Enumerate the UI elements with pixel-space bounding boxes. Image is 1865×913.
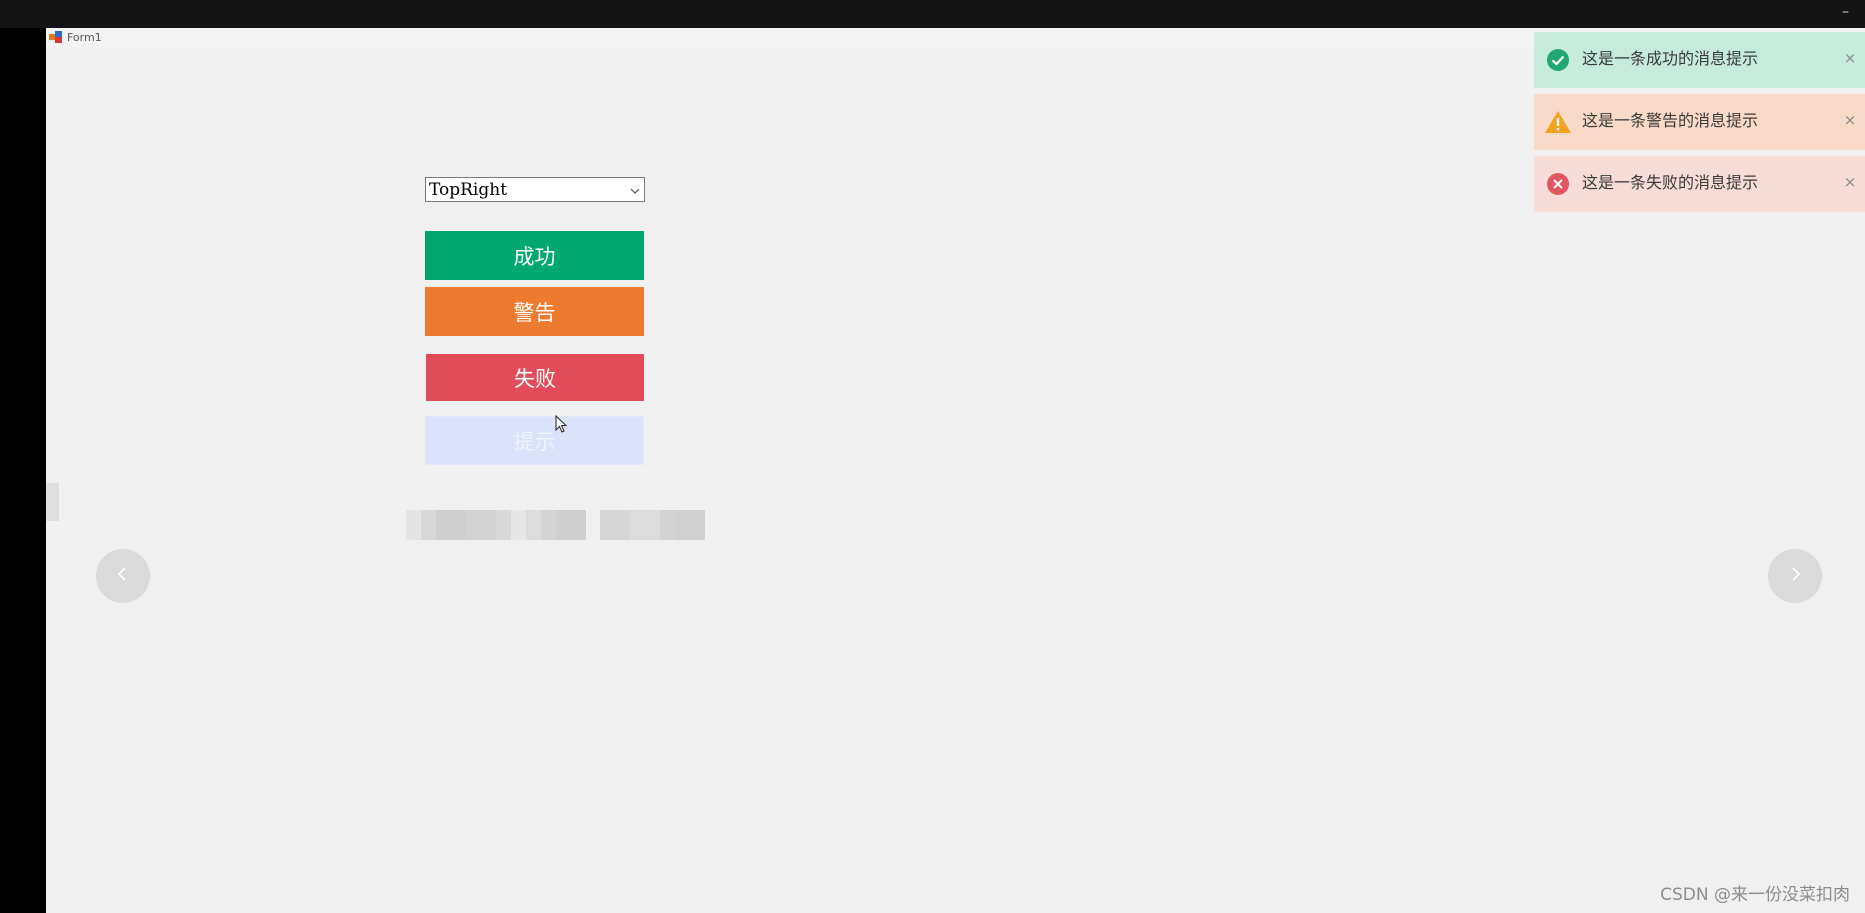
info-button[interactable]: 提示 [425,416,644,465]
toast-error: 这是一条失败的消息提示 × [1534,156,1865,212]
chevron-left-icon [113,564,133,588]
toast-message: 这是一条警告的消息提示 [1582,111,1759,130]
toast-warning: 这是一条警告的消息提示 × [1534,94,1865,150]
check-circle-icon [1546,48,1570,72]
warning-button[interactable]: 警告 [425,287,644,336]
next-button[interactable] [1768,549,1822,603]
app-icon [49,31,62,43]
prev-button[interactable] [96,549,150,603]
error-button[interactable]: 失败 [426,354,644,401]
form-title: Form1 [67,31,102,44]
toast-message: 这是一条失败的消息提示 [1582,173,1759,192]
error-circle-icon [1546,172,1570,196]
close-icon[interactable]: × [1843,110,1857,130]
form-window: Form1 TopRight 成功 警告 失败 提示 这是一条成功的消息提示 ×… [46,28,1865,913]
close-icon[interactable]: × [1843,48,1857,68]
chevron-right-icon [1785,564,1805,588]
warning-triangle-icon [1545,110,1571,134]
watermark: CSDN @来一份没菜扣肉 [1660,885,1850,905]
window-titlebar: – [0,0,1865,28]
blurred-region [600,510,705,540]
mouse-cursor-icon [555,414,569,435]
toast-success: 这是一条成功的消息提示 × [1534,32,1865,88]
close-icon[interactable]: × [1843,172,1857,192]
minimize-button[interactable]: – [1842,2,1849,22]
left-edge-handle [46,483,59,521]
left-black-strip [0,28,46,913]
blurred-region [406,510,586,540]
success-button[interactable]: 成功 [425,231,644,280]
chevron-down-icon [628,183,642,197]
dropdown-selected-value: TopRight [429,180,508,200]
toast-message: 这是一条成功的消息提示 [1582,49,1759,68]
position-dropdown[interactable]: TopRight [425,177,645,202]
